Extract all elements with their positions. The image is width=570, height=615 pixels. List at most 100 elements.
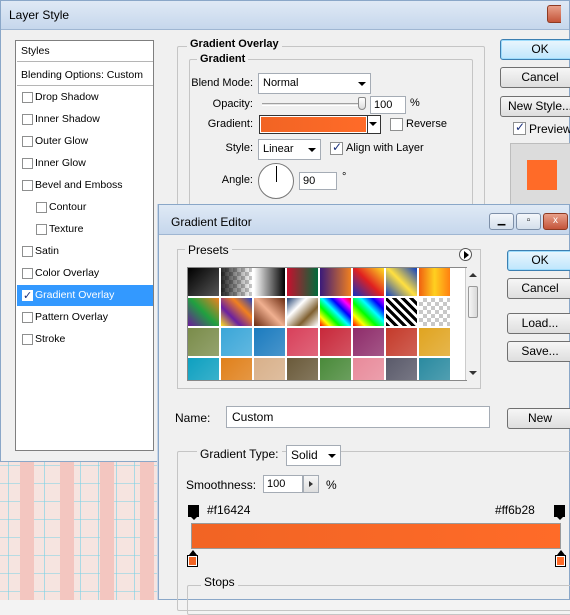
- name-input[interactable]: Custom: [226, 406, 490, 428]
- preset-swatch[interactable]: [419, 298, 451, 327]
- reverse-checkbox[interactable]: [390, 118, 403, 131]
- style-item-bevel-and-emboss[interactable]: Bevel and Emboss: [17, 175, 153, 196]
- preset-swatch[interactable]: [320, 298, 352, 327]
- angle-input[interactable]: 90: [299, 172, 337, 190]
- new-button[interactable]: New: [507, 408, 570, 429]
- style-item-outer-glow[interactable]: Outer Glow: [17, 131, 153, 152]
- align-with-layer-checkbox[interactable]: [330, 140, 343, 155]
- new-style-button[interactable]: New Style...: [500, 96, 570, 117]
- load-button[interactable]: Load...: [507, 313, 570, 334]
- chevron-down-icon[interactable]: [369, 122, 377, 126]
- preset-swatch[interactable]: [353, 268, 385, 297]
- restore-icon[interactable]: ▫: [516, 213, 541, 230]
- preset-swatch[interactable]: [254, 298, 286, 327]
- smoothness-stepper-icon[interactable]: [303, 475, 319, 493]
- preset-swatch[interactable]: [221, 298, 253, 327]
- blending-options-item[interactable]: Blending Options: Custom: [17, 65, 153, 86]
- preset-swatch[interactable]: [188, 328, 220, 357]
- preset-swatch[interactable]: [320, 268, 352, 297]
- style-item-stroke[interactable]: Stroke: [17, 329, 153, 350]
- style-checkbox[interactable]: [22, 158, 33, 169]
- opacity-slider-thumb[interactable]: [358, 97, 366, 110]
- preset-swatch[interactable]: [320, 358, 352, 380]
- preset-swatch[interactable]: [188, 358, 220, 380]
- styles-header[interactable]: Styles: [17, 41, 153, 62]
- preview-checkbox[interactable]: [513, 120, 526, 135]
- preset-swatch[interactable]: [419, 268, 451, 297]
- style-checkbox[interactable]: [22, 92, 33, 103]
- cancel-button[interactable]: Cancel: [500, 67, 570, 88]
- style-item-color-overlay[interactable]: Color Overlay: [17, 263, 153, 284]
- scroll-thumb[interactable]: [468, 286, 478, 318]
- preset-swatch[interactable]: [386, 298, 418, 327]
- opacity-stop-left[interactable]: [188, 505, 199, 520]
- gradient-bar[interactable]: [191, 523, 561, 549]
- style-checkbox[interactable]: [22, 246, 33, 257]
- style-checkbox[interactable]: [22, 268, 33, 279]
- preset-swatch[interactable]: [386, 268, 418, 297]
- angle-dial[interactable]: [258, 163, 294, 199]
- preset-swatch[interactable]: [287, 328, 319, 357]
- scroll-up-icon[interactable]: [469, 273, 477, 277]
- preset-swatch[interactable]: [353, 358, 385, 380]
- style-item-gradient-overlay[interactable]: Gradient Overlay: [17, 285, 153, 307]
- cancel-button[interactable]: Cancel: [507, 278, 570, 299]
- gradient-type-select[interactable]: Solid: [286, 445, 341, 466]
- preset-swatch[interactable]: [320, 328, 352, 357]
- close-icon[interactable]: [547, 5, 561, 23]
- style-select[interactable]: Linear: [258, 139, 321, 160]
- presets-scrollbar[interactable]: [465, 268, 480, 380]
- style-item-inner-shadow[interactable]: Inner Shadow: [17, 109, 153, 130]
- preset-swatch[interactable]: [287, 298, 319, 327]
- opacity-input[interactable]: 100: [370, 96, 406, 114]
- scroll-down-icon[interactable]: [469, 371, 477, 375]
- angle-value: 90: [303, 175, 316, 187]
- style-checkbox[interactable]: [36, 202, 47, 213]
- preset-swatch[interactable]: [419, 328, 451, 357]
- preset-swatch[interactable]: [386, 358, 418, 380]
- blend-mode-value: Normal: [263, 77, 299, 89]
- style-checkbox[interactable]: [36, 224, 47, 235]
- preset-swatch[interactable]: [221, 328, 253, 357]
- gradient-preview[interactable]: [261, 117, 366, 132]
- blend-mode-select[interactable]: Normal: [258, 73, 371, 94]
- smoothness-input[interactable]: 100: [263, 475, 303, 493]
- preset-swatch[interactable]: [188, 298, 220, 327]
- preset-swatch[interactable]: [254, 358, 286, 380]
- preset-swatch[interactable]: [287, 358, 319, 380]
- style-item-satin[interactable]: Satin: [17, 241, 153, 262]
- style-checkbox[interactable]: [22, 136, 33, 147]
- style-checkbox[interactable]: [22, 114, 33, 125]
- color-stop-right[interactable]: [555, 550, 566, 567]
- ok-button[interactable]: OK: [500, 39, 570, 60]
- style-item-drop-shadow[interactable]: Drop Shadow: [17, 87, 153, 108]
- preset-swatch[interactable]: [287, 268, 319, 297]
- style-item-pattern-overlay[interactable]: Pattern Overlay: [17, 307, 153, 328]
- close-icon[interactable]: x: [543, 213, 568, 230]
- style-item-inner-glow[interactable]: Inner Glow: [17, 153, 153, 174]
- opacity-stop-right[interactable]: [554, 505, 565, 520]
- gradient-picker[interactable]: [259, 115, 381, 134]
- preset-swatch[interactable]: [221, 358, 253, 380]
- style-item-label: Bevel and Emboss: [35, 179, 123, 191]
- preset-swatch[interactable]: [188, 268, 220, 297]
- style-item-contour[interactable]: Contour: [17, 197, 153, 218]
- presets-menu-icon[interactable]: [459, 248, 472, 261]
- preset-swatch[interactable]: [221, 268, 253, 297]
- preset-swatch[interactable]: [353, 298, 385, 327]
- save-button[interactable]: Save...: [507, 341, 570, 362]
- ok-button[interactable]: OK: [507, 250, 570, 271]
- minimize-icon[interactable]: ▁: [489, 213, 514, 230]
- opacity-slider[interactable]: [262, 103, 366, 106]
- style-checkbox[interactable]: [22, 334, 33, 345]
- color-stop-left[interactable]: [187, 550, 198, 567]
- preset-swatch[interactable]: [254, 268, 286, 297]
- preset-swatch[interactable]: [419, 358, 451, 380]
- preset-swatch[interactable]: [353, 328, 385, 357]
- style-checkbox[interactable]: [22, 312, 33, 323]
- style-checkbox[interactable]: [22, 180, 33, 191]
- preset-swatch[interactable]: [386, 328, 418, 357]
- style-item-texture[interactable]: Texture: [17, 219, 153, 240]
- preset-swatch[interactable]: [254, 328, 286, 357]
- style-checkbox[interactable]: [22, 286, 33, 307]
